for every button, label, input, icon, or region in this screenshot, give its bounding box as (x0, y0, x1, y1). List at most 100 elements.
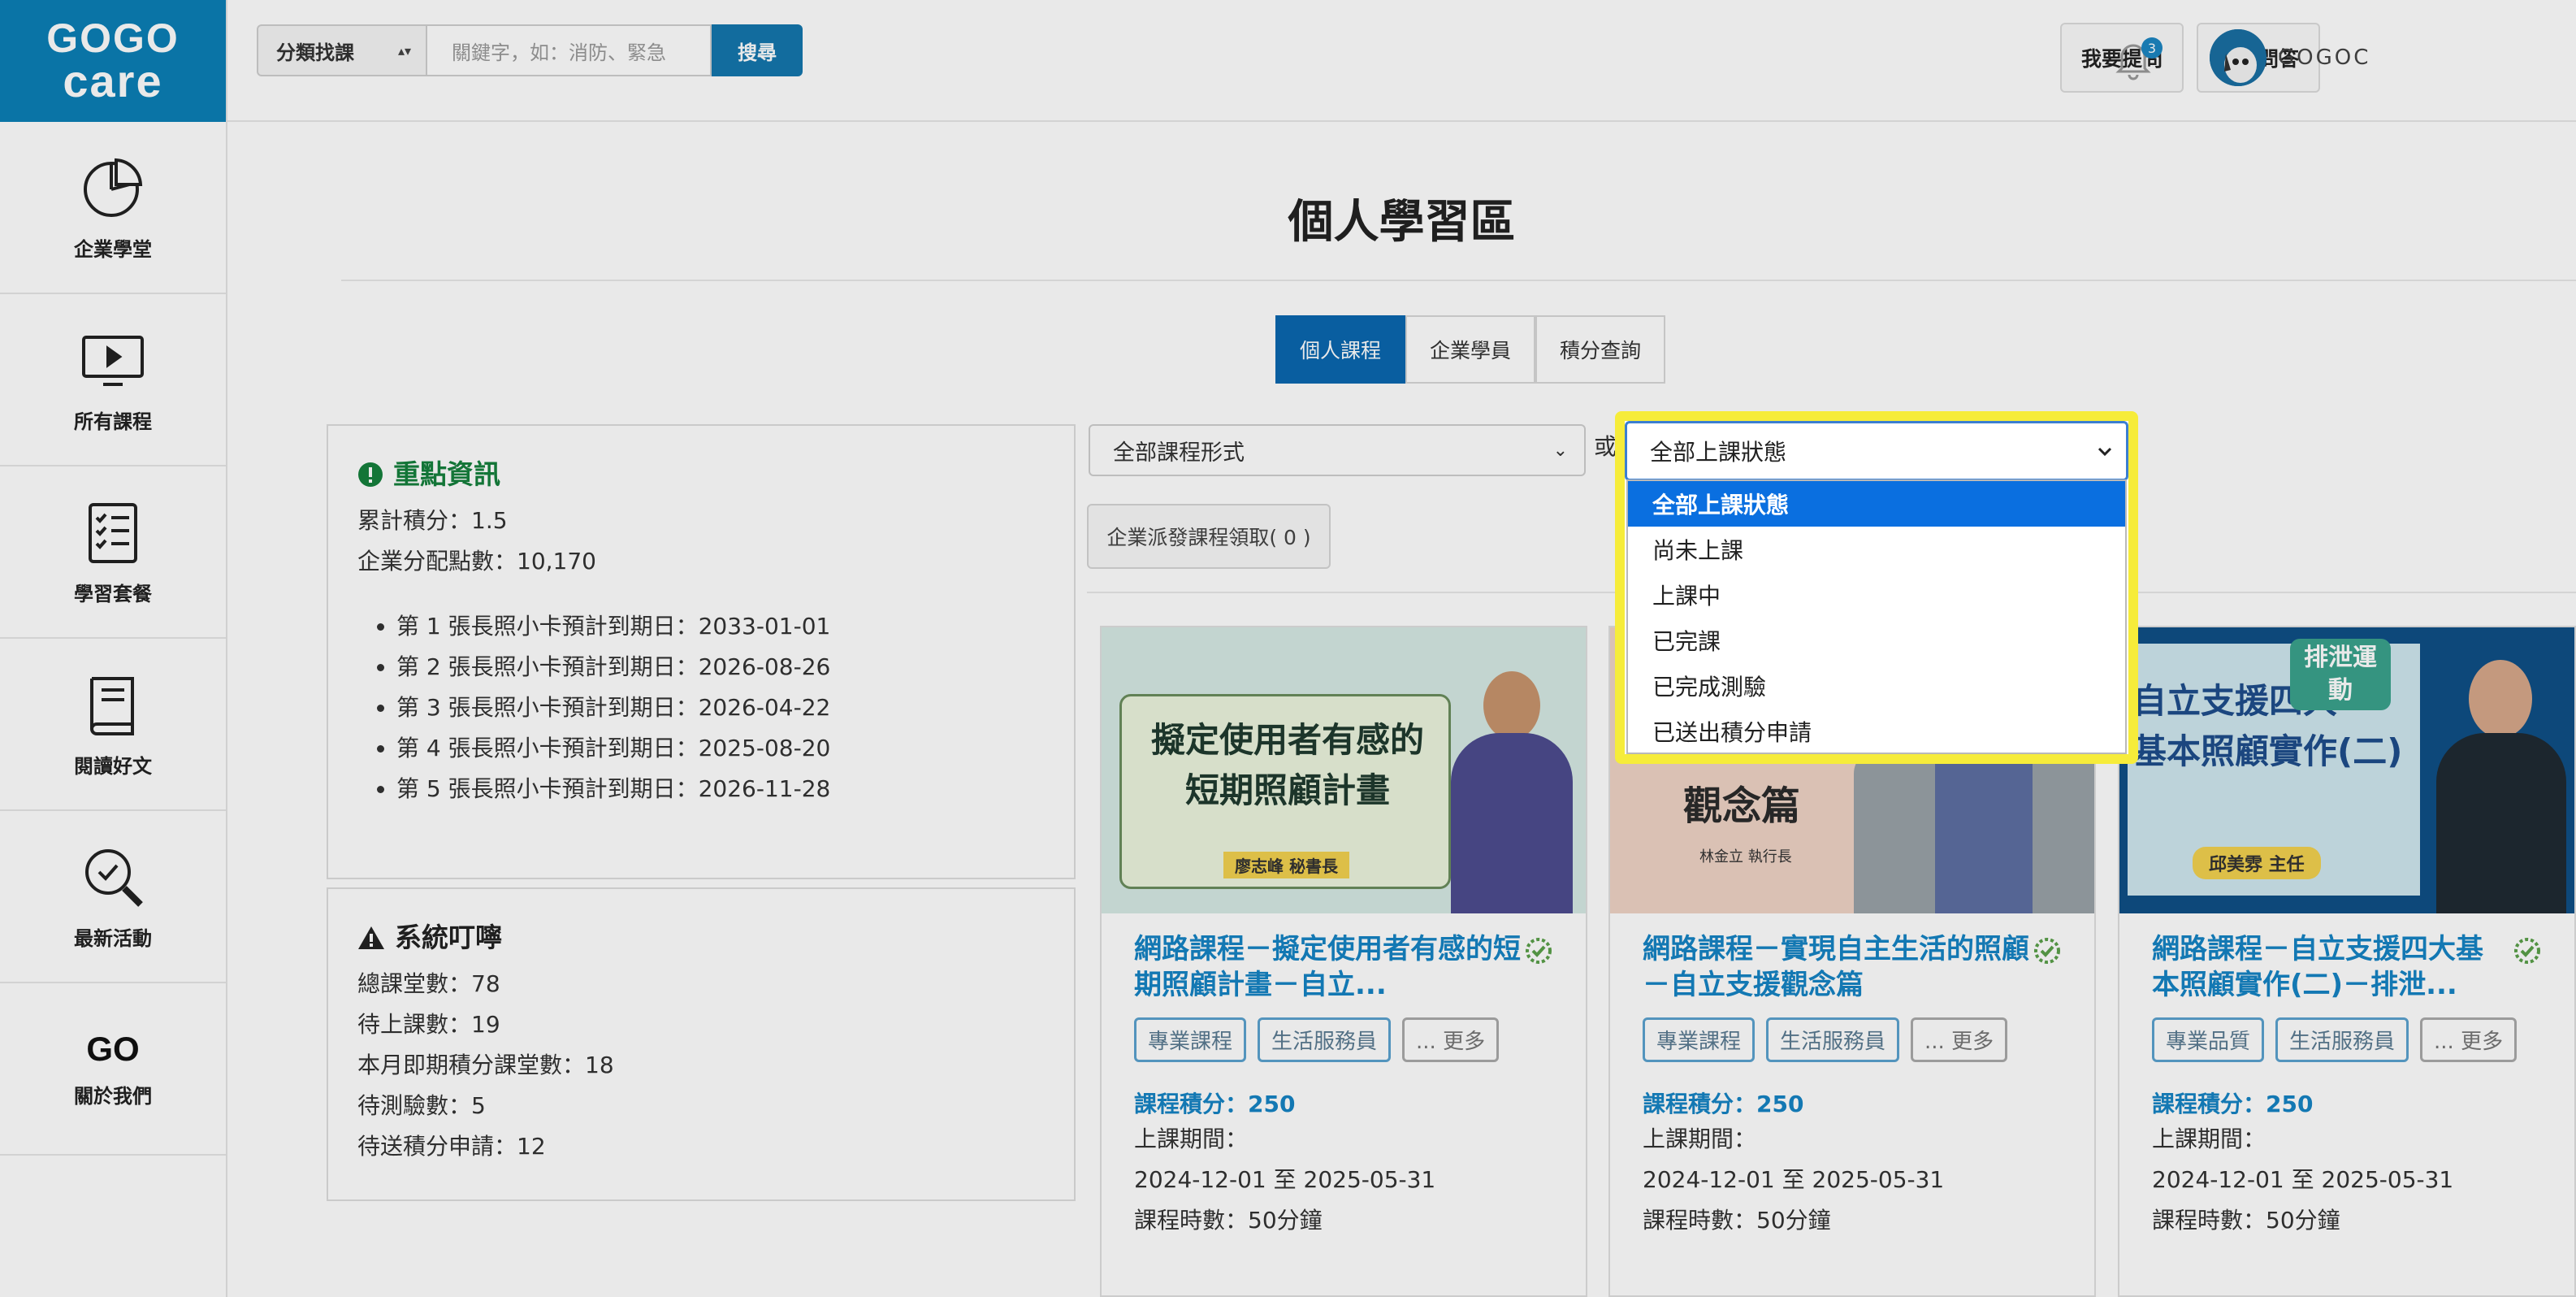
period-label: 上課期間： (1643, 1126, 1757, 1152)
enterprise-assigned-courses-button[interactable]: 企業派發課程領取( 0 ) (1087, 504, 1331, 569)
status-dropdown-list: 全部上課狀態 尚未上課 上課中 已完課 已完成測驗 已送出積分申請 (1626, 479, 2127, 754)
exclamation-circle-icon (358, 462, 383, 487)
thumb-title-line2: 基本照顧實作(二) (2132, 731, 2403, 771)
speaker-photo (1854, 749, 2094, 913)
enterprise-points: 企業分配點數：10,170 (357, 548, 596, 575)
thumb-caption: 林金立 執行長 (1699, 848, 1792, 865)
status-option-in-progress[interactable]: 上課中 (1628, 572, 2125, 618)
course-card[interactable]: 擬定使用者有感的 短期照顧計畫 廖志峰 秘書長 網路課程－擬定使用者有感的短期照… (1100, 626, 1587, 1297)
total-classes: 總課堂數：78 (357, 970, 500, 997)
avatar-image (2210, 29, 2266, 86)
course-card-body: 網路課程－自立支援四大基本照顧實作(二)－排泄... 專業品質 生活服務員 ..… (2119, 913, 2574, 1259)
tag[interactable]: 專業品質 (2152, 1017, 2265, 1062)
sidebar-item-learning-packages[interactable]: 學習套餐 (0, 466, 226, 639)
list-item: 第 2 張長照小卡預計到期日：2026-08-26 (396, 647, 1045, 688)
search-button[interactable]: 搜尋 (712, 24, 803, 76)
course-card[interactable]: 自立支援四大 基本照顧實作(二) 排泄運動 邱美雰 主任 網路課程－自立支援四大… (2118, 626, 2576, 1297)
more-tags-button[interactable]: ... 更多 (2420, 1017, 2518, 1062)
course-status-select[interactable]: 全部上課狀態 (1625, 421, 2128, 481)
pending-classes: 待上課數：19 (357, 1011, 500, 1038)
course-thumbnail: 自立支援四大 基本照顧實作(二) 排泄運動 邱美雰 主任 (2119, 627, 2574, 913)
search-input[interactable]: 關鍵字，如：消防、緊急 (427, 24, 712, 76)
course-title-link[interactable]: 網路課程－自立支援四大基本照顧實作(二)－排泄... (2152, 931, 2542, 1003)
sidebar-item-label: 企業學堂 (74, 237, 152, 261)
tab-enterprise-students[interactable]: 企業學員 (1405, 315, 1535, 384)
list-item: 第 5 張長照小卡預計到期日：2026-11-28 (396, 769, 1045, 809)
go-logo-icon: GO (86, 1029, 140, 1068)
reminders-title: 系統叮嚀 (395, 922, 502, 953)
gogocare-logo[interactable]: GOGO care (0, 0, 226, 122)
thumb-title-line1: 擬定使用者有感的 (1150, 720, 1424, 760)
card-expiry-list: 第 1 張長照小卡預計到期日：2033-01-01 第 2 張長照小卡預計到期日… (396, 606, 1045, 809)
tag[interactable]: 生活服務員 (1766, 1017, 1900, 1062)
page-title: 個人學習區 (1288, 196, 1516, 249)
sidebar-item-all-courses[interactable]: 所有課程 (0, 294, 226, 466)
period-label: 上課期間： (1134, 1126, 1249, 1152)
status-option-points-submitted[interactable]: 已送出積分申請 (1628, 709, 2125, 754)
thumb-title-line2: 短期照顧計畫 (1184, 770, 1390, 810)
verified-badge-icon (2034, 938, 2060, 964)
checklist-icon (89, 502, 137, 563)
course-title-link[interactable]: 網路課程－實現自主生活的照顧－自立支援觀念篇 (1643, 931, 2062, 1003)
tab-points-query[interactable]: 積分查詢 (1535, 315, 1665, 384)
course-type-select[interactable]: 全部課程形式 ⌄ (1089, 424, 1586, 476)
sidebar-item-label: 閱讀好文 (74, 754, 152, 778)
thumb-badge: 排泄運動 (2290, 639, 2391, 710)
sidebar-item-label: 關於我們 (74, 1084, 152, 1108)
total-points: 累計積分：1.5 (357, 507, 508, 534)
username[interactable]: GOGOC (2278, 46, 2370, 70)
course-duration: 課程時數：50分鐘 (1643, 1207, 1831, 1234)
tag[interactable]: 生活服務員 (1258, 1017, 1392, 1062)
sidebar: GOGO care 企業學堂 所有課程 學習套餐 閱讀好文 最新活動 GO 關於… (0, 0, 227, 1297)
sidebar-item-about-us[interactable]: GO 關於我們 (0, 983, 226, 1156)
expiring-classes: 本月即期積分課堂數：18 (357, 1052, 614, 1078)
tag[interactable]: 生活服務員 (2275, 1017, 2409, 1062)
course-title: 網路課程－擬定使用者有感的短期照顧計畫－自立... (1134, 933, 1521, 1001)
speaker-photo (1451, 644, 1573, 913)
search-placeholder: 關鍵字，如：消防、緊急 (452, 41, 666, 64)
course-duration: 課程時數：50分鐘 (1134, 1207, 1323, 1234)
status-option-completed[interactable]: 已完課 (1628, 618, 2125, 663)
tag[interactable]: 專業課程 (1134, 1017, 1247, 1062)
thumb-caption: 廖志峰 秘書長 (1223, 852, 1349, 878)
period-dates: 2024-12-01 至 2025-05-31 (2152, 1166, 2454, 1193)
more-tags-button[interactable]: ... 更多 (1911, 1017, 2008, 1062)
sort-arrows-icon: ▴▾ (397, 42, 411, 59)
course-status-value: 全部上課狀態 (1650, 439, 1787, 466)
verified-badge-icon (1526, 938, 1552, 964)
course-title-link[interactable]: 網路課程－擬定使用者有感的短期照顧計畫－自立... (1134, 931, 1553, 1003)
thumb-title: 擬定使用者有感的 短期照顧計畫 (1129, 715, 1446, 816)
status-option-not-started[interactable]: 尚未上課 (1628, 527, 2125, 572)
sidebar-item-enterprise-academy[interactable]: 企業學堂 (0, 122, 226, 294)
course-points: 課程積分：250 (1134, 1091, 1296, 1117)
pending-tests: 待測驗數：5 (357, 1092, 486, 1119)
tab-bar: 個人課程 企業學員 積分查詢 (1275, 315, 1665, 384)
tag[interactable]: 專業課程 (1643, 1017, 1756, 1062)
list-item: 第 4 張長照小卡預計到期日：2025-08-20 (396, 728, 1045, 769)
avatar[interactable] (2210, 29, 2266, 86)
reminders-heading: 系統叮嚀 (357, 915, 1045, 961)
category-select-value: 分類找課 (276, 41, 354, 64)
sidebar-item-reading[interactable]: 閱讀好文 (0, 639, 226, 811)
category-select[interactable]: 分類找課 ▴▾ (257, 24, 427, 76)
key-info-panel: 重點資訊 累計積分：1.5 企業分配點數：10,170 第 1 張長照小卡預計到… (327, 424, 1076, 879)
status-option-test-completed[interactable]: 已完成測驗 (1628, 663, 2125, 709)
more-tags-button[interactable]: ... 更多 (1402, 1017, 1500, 1062)
course-card-body: 網路課程－實現自主生活的照顧－自立支援觀念篇 專業課程 生活服務員 ... 更多… (1610, 913, 2094, 1259)
key-info-heading: 重點資訊 (357, 452, 1045, 497)
tab-personal-courses[interactable]: 個人課程 (1275, 315, 1405, 384)
course-duration: 課程時數：50分鐘 (2152, 1207, 2340, 1234)
key-info-title: 重點資訊 (393, 458, 500, 490)
tag-list: 專業課程 生活服務員 ... 更多 (1643, 1017, 2062, 1062)
warning-triangle-icon (358, 926, 384, 949)
tag-list: 專業課程 生活服務員 ... 更多 (1134, 1017, 1553, 1062)
pending-applications: 待送積分申請：12 (357, 1133, 546, 1160)
speaker-photo (2428, 635, 2574, 913)
status-option-all[interactable]: 全部上課狀態 (1628, 481, 2125, 527)
sidebar-item-label: 所有課程 (74, 410, 152, 433)
chevron-down-icon: ⌄ (1552, 440, 1568, 461)
verified-badge-icon (2514, 938, 2540, 964)
system-reminders-panel: 系統叮嚀 總課堂數：78 待上課數：19 本月即期積分課堂數：18 待測驗數：5… (327, 887, 1076, 1201)
course-thumbnail: 擬定使用者有感的 短期照顧計畫 廖志峰 秘書長 (1102, 627, 1586, 913)
sidebar-item-latest-events[interactable]: 最新活動 (0, 811, 226, 983)
